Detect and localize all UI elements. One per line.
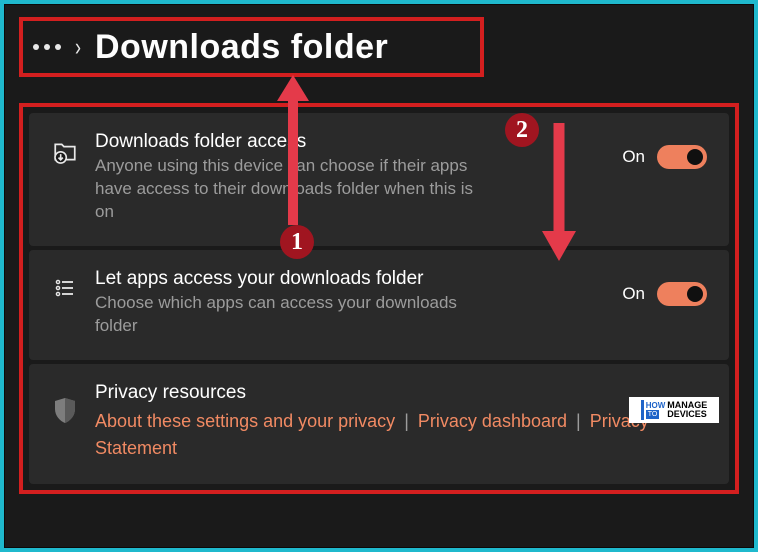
annotation-badge-1: 1 (280, 225, 314, 259)
page-title: Downloads folder (95, 28, 388, 67)
settings-group: Downloads folder access Anyone using thi… (19, 103, 739, 494)
settings-window: › Downloads folder Downloads folder acce… (4, 4, 754, 548)
privacy-resources: Privacy resources About these settings a… (29, 364, 729, 484)
separator: | (572, 411, 585, 431)
setting-control: On (622, 145, 707, 169)
separator: | (400, 411, 413, 431)
setting-title: Let apps access your downloads folder (95, 268, 606, 290)
privacy-links: About these settings and your privacy | … (95, 408, 707, 462)
shield-icon (51, 396, 79, 424)
privacy-text: Privacy resources About these settings a… (95, 382, 707, 462)
watermark-howtomanagedevices: HOW TO MANAGE DEVICES (629, 397, 719, 423)
list-icon (51, 276, 79, 300)
more-icon[interactable] (33, 44, 61, 50)
link-about-settings[interactable]: About these settings and your privacy (95, 411, 395, 431)
downloads-folder-icon (51, 139, 79, 165)
toggle-switch[interactable] (657, 145, 707, 169)
toggle-switch[interactable] (657, 282, 707, 306)
breadcrumb: › Downloads folder (19, 17, 484, 77)
setting-let-apps-access[interactable]: Let apps access your downloads folder Ch… (29, 250, 729, 360)
link-privacy-dashboard[interactable]: Privacy dashboard (418, 411, 567, 431)
chevron-right-icon: › (75, 32, 81, 61)
privacy-title: Privacy resources (95, 382, 707, 404)
setting-description: Anyone using this device can choose if t… (95, 155, 495, 224)
setting-downloads-folder-access[interactable]: Downloads folder access Anyone using thi… (29, 113, 729, 246)
annotation-badge-2: 2 (505, 113, 539, 147)
setting-control: On (622, 282, 707, 306)
toggle-state-label: On (622, 284, 645, 304)
setting-text: Let apps access your downloads folder Ch… (95, 268, 606, 338)
toggle-state-label: On (622, 147, 645, 167)
setting-description: Choose which apps can access your downlo… (95, 292, 495, 338)
